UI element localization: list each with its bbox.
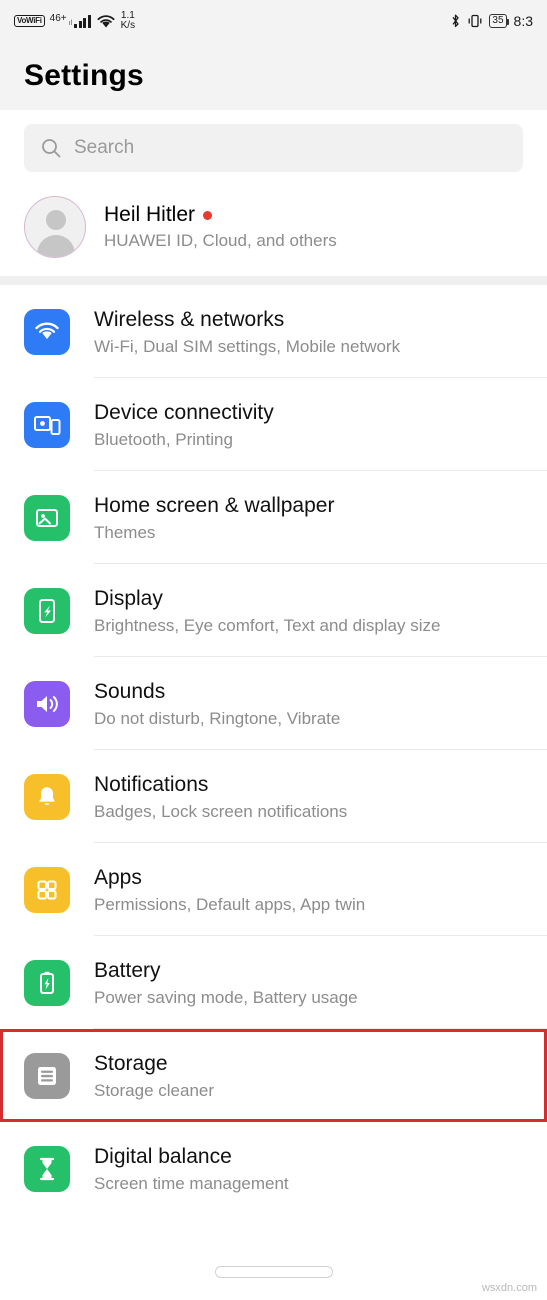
settings-item-battery[interactable]: Battery Power saving mode, Battery usage [0, 936, 547, 1029]
signal-bars-icon [74, 14, 91, 28]
settings-item-label: Storage [94, 1052, 168, 1075]
vibrate-icon [468, 13, 482, 29]
search-input[interactable]: Search [24, 124, 523, 172]
settings-item-label: Device connectivity [94, 401, 274, 424]
settings-item-label: Display [94, 587, 163, 610]
display-icon [24, 587, 70, 634]
search-section: Search [0, 110, 547, 182]
status-bar-left: VoWiFi 46+ ıl 1.1 K/s [14, 10, 136, 32]
settings-item-storage[interactable]: Storage Storage cleaner [0, 1029, 547, 1122]
settings-item-sub: Badges, Lock screen notifications [94, 802, 348, 821]
settings-item-text: Apps Permissions, Default apps, App twin [94, 864, 365, 915]
page-title: Settings [24, 59, 144, 92]
status-bar: VoWiFi 46+ ıl 1.1 K/s 35 8:3 [0, 0, 547, 42]
settings-item-sub: Do not disturb, Ringtone, Vibrate [94, 709, 341, 728]
home-indicator[interactable] [214, 1266, 333, 1278]
bell-icon [24, 773, 70, 820]
settings-item-text: Wireless & networks Wi-Fi, Dual SIM sett… [94, 306, 400, 357]
settings-item-sub: Screen time management [94, 1174, 289, 1193]
settings-item-text: Device connectivity Bluetooth, Printing [94, 399, 274, 450]
settings-item-label: Battery [94, 959, 161, 982]
network-speed-unit: K/s [120, 20, 136, 31]
account-text: Heil Hitler HUAWEI ID, Cloud, and others [104, 203, 337, 251]
account-name-row: Heil Hitler [104, 203, 337, 227]
settings-item-label: Sounds [94, 680, 166, 703]
settings-item-label: Notifications [94, 773, 209, 796]
settings-item-digital-balance[interactable]: Digital balance Screen time management [0, 1122, 547, 1215]
settings-item-text: Digital balance Screen time management [94, 1143, 289, 1194]
watermark: wsxdn.com [481, 1282, 537, 1294]
settings-item-apps[interactable]: Apps Permissions, Default apps, App twin [0, 843, 547, 936]
settings-item-label: Wireless & networks [94, 308, 285, 331]
settings-item-sub: Themes [94, 523, 156, 542]
search-icon [40, 137, 62, 159]
settings-item-device-connectivity[interactable]: Device connectivity Bluetooth, Printing [0, 378, 547, 471]
settings-item-sub: Permissions, Default apps, App twin [94, 895, 366, 914]
sounds-icon [24, 680, 70, 727]
settings-item-home-screen-wallpaper[interactable]: Home screen & wallpaper Themes [0, 471, 547, 564]
settings-item-display[interactable]: Display Brightness, Eye comfort, Text an… [0, 564, 547, 657]
vowifi-badge: VoWiFi [14, 14, 45, 28]
storage-icon [24, 1052, 70, 1099]
settings-item-notifications[interactable]: Notifications Badges, Lock screen notifi… [0, 750, 547, 843]
settings-item-sounds[interactable]: Sounds Do not disturb, Ringtone, Vibrate [0, 657, 547, 750]
settings-item-label: Home screen & wallpaper [94, 494, 335, 517]
wifi-icon [96, 14, 116, 29]
battery-indicator: 35 [489, 13, 509, 29]
settings-item-label: Digital balance [94, 1145, 232, 1168]
avatar-head [46, 210, 66, 230]
wallpaper-icon [24, 494, 70, 541]
home-indicator-area: wsxdn.com [0, 1244, 547, 1300]
clock: 8:3 [513, 13, 533, 29]
settings-item-text: Home screen & wallpaper Themes [94, 492, 334, 543]
avatar-body [37, 235, 75, 257]
account-subtitle: HUAWEI ID, Cloud, and others [104, 231, 337, 250]
settings-item-text: Storage Storage cleaner [94, 1050, 214, 1101]
settings-item-text: Display Brightness, Eye comfort, Text an… [94, 585, 440, 636]
settings-item-text: Battery Power saving mode, Battery usage [94, 957, 358, 1008]
battery-icon [24, 959, 70, 1006]
section-divider [0, 276, 547, 285]
signal-sub-label: ıl [68, 19, 73, 27]
bluetooth-icon [450, 13, 461, 29]
wifi-icon [24, 308, 70, 355]
search-placeholder: Search [74, 137, 135, 158]
title-bar: Settings [0, 42, 547, 110]
apps-grid-icon [24, 866, 70, 913]
notification-dot-icon [203, 210, 213, 220]
avatar [24, 196, 86, 258]
account-name: Heil Hitler [104, 203, 196, 226]
settings-item-sub: Wi-Fi, Dual SIM settings, Mobile network [94, 337, 401, 356]
hourglass-icon [24, 1145, 70, 1192]
settings-item-wireless-networks[interactable]: Wireless & networks Wi-Fi, Dual SIM sett… [0, 285, 547, 378]
network-speed-indicator: 1.1 K/s [120, 10, 136, 32]
signal-indicator: 46+ ıl [49, 12, 91, 28]
settings-item-sub: Storage cleaner [94, 1081, 215, 1100]
settings-item-sub: Bluetooth, Printing [94, 430, 233, 449]
device-connectivity-icon [24, 401, 70, 448]
settings-item-text: Sounds Do not disturb, Ringtone, Vibrate [94, 678, 340, 729]
settings-list: Wireless & networks Wi-Fi, Dual SIM sett… [0, 285, 547, 1215]
network-type-label: 46+ [49, 12, 67, 24]
status-bar-right: 35 8:3 [450, 13, 533, 29]
settings-item-text: Notifications Badges, Lock screen notifi… [94, 771, 347, 822]
settings-item-label: Apps [94, 866, 142, 889]
settings-item-sub: Brightness, Eye comfort, Text and displa… [94, 616, 441, 635]
settings-item-sub: Power saving mode, Battery usage [94, 988, 358, 1007]
account-row[interactable]: Heil Hitler HUAWEI ID, Cloud, and others [0, 182, 547, 276]
